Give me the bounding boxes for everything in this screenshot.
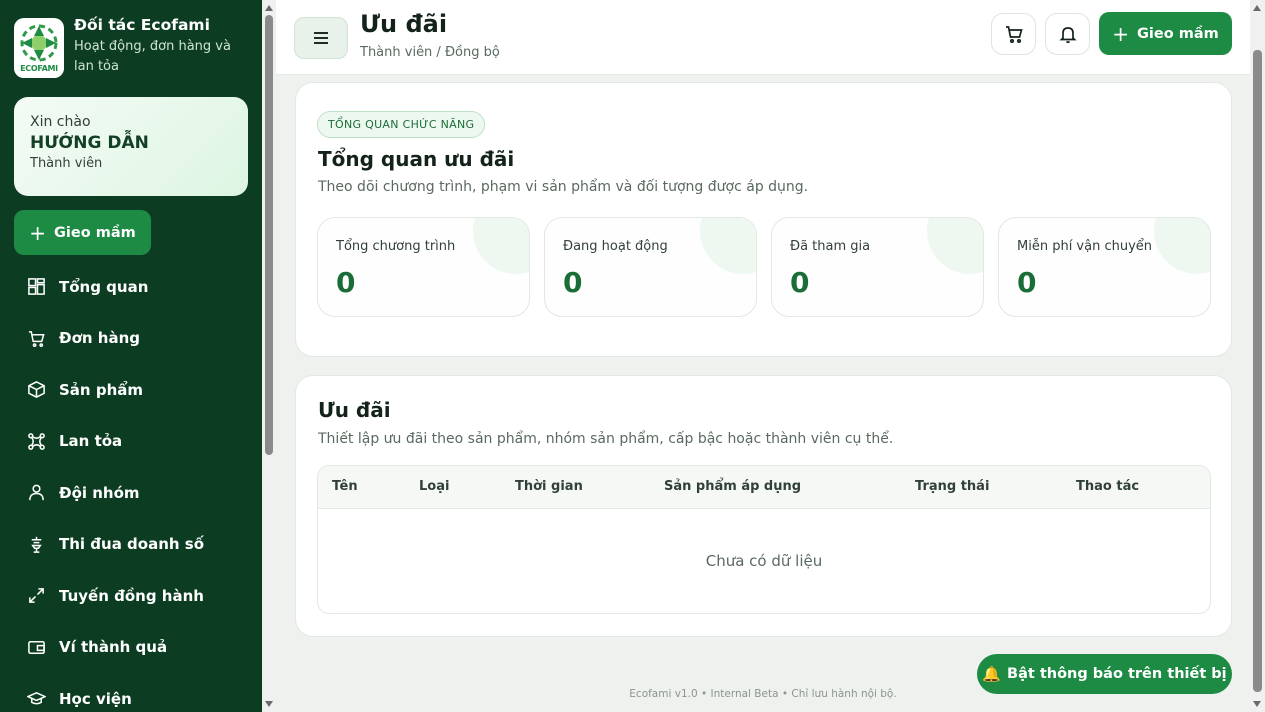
stat-card: Miễn phí vận chuyển 0 <box>998 217 1211 317</box>
trophy-icon <box>31 536 42 553</box>
sidebar-item-doi-nhom[interactable]: Đội nhóm <box>0 467 262 519</box>
scroll-down-arrow-icon[interactable] <box>265 701 273 707</box>
sidebar-item-label: Lan tỏa <box>59 432 123 451</box>
ecofami-logo[interactable]: ECOFAMI <box>14 18 64 78</box>
offers-card: Ưu đãi Thiết lập ưu đãi theo sản phẩm, n… <box>295 375 1232 637</box>
overview-card: TỔNG QUAN CHỨC NĂNG Tổng quan ưu đãi The… <box>295 82 1232 357</box>
offers-table: Tên Loại Thời gian Sản phẩm áp dụng Trạn… <box>317 465 1211 614</box>
stat-value: 0 <box>563 266 583 299</box>
section-badge: TỔNG QUAN CHỨC NĂNG <box>317 111 486 138</box>
sidebar-item-label: Thi đua doanh số <box>59 535 205 554</box>
greeting-name: HƯỚNG DẪN <box>30 133 149 153</box>
plus-icon: + <box>29 220 47 245</box>
sidebar-item-label: Ví thành quả <box>59 638 168 657</box>
scroll-down-arrow-icon[interactable] <box>1253 701 1261 707</box>
sidebar: ECOFAMI Đối tác Ecofami Hoạt động, đơn h… <box>0 0 262 712</box>
hamburger-icon <box>314 32 328 44</box>
sidebar-item-label: Học viện <box>59 689 132 708</box>
sidebar-item-label: Đội nhóm <box>59 483 140 502</box>
empty-state: Chưa có dữ liệu <box>705 552 823 570</box>
sidebar-item-hoc-vien[interactable]: Học viện <box>0 673 262 712</box>
stats-row: Tổng chương trình 0 Đang hoạt động 0 Đã … <box>317 217 1211 317</box>
column-header[interactable]: Tên <box>332 479 358 494</box>
column-header[interactable]: Thao tác <box>1076 479 1139 494</box>
column-header[interactable]: Trạng thái <box>915 479 989 494</box>
sidebar-scroll-thumb[interactable] <box>265 15 273 455</box>
route-icon <box>29 588 44 604</box>
sidebar-scrollbar[interactable] <box>262 0 276 712</box>
sidebar-item-label: Đơn hàng <box>59 329 140 348</box>
stat-label: Tổng chương trình <box>336 239 456 254</box>
column-header[interactable]: Loại <box>419 479 449 494</box>
column-header[interactable]: Thời gian <box>515 479 583 494</box>
header-gieo-mam-button[interactable]: + Gieo mầm <box>1099 12 1232 55</box>
sidebar-item-vi-thanh-qua[interactable]: Ví thành quả <box>0 622 262 674</box>
cart-icon <box>1005 26 1023 44</box>
stat-card: Đã tham gia 0 <box>771 217 984 317</box>
stat-card: Tổng chương trình 0 <box>317 217 530 317</box>
main-scrollbar[interactable] <box>1250 0 1265 712</box>
stat-label: Đã tham gia <box>790 239 871 254</box>
brand: ECOFAMI Đối tác Ecofami Hoạt động, đơn h… <box>0 0 262 78</box>
header-cta-label: Gieo mầm <box>1137 25 1219 42</box>
box-icon <box>28 381 45 399</box>
notify-label: Bật thông báo trên thiết bị <box>1007 666 1227 682</box>
sidebar-item-lan-toa[interactable]: Lan tỏa <box>0 416 262 468</box>
page-title: Ưu đãi <box>360 10 448 38</box>
column-header[interactable]: Sản phẩm áp dụng <box>664 479 801 494</box>
bell-icon: 🔔 <box>982 665 1002 683</box>
greeting-card: Xin chào HƯỚNG DẪN Thành viên <box>14 97 248 196</box>
sidebar-item-label: Tổng quan <box>59 277 149 296</box>
scroll-up-arrow-icon[interactable] <box>1253 5 1261 11</box>
menu-toggle-button[interactable] <box>294 17 348 59</box>
overview-description: Theo dõi chương trình, phạm vi sản phẩm … <box>318 179 809 195</box>
sidebar-nav: Tổng quan Đơn hàng Sản phẩm Lan tỏa Đội … <box>0 261 262 712</box>
brand-name: Đối tác Ecofami <box>74 16 210 34</box>
breadcrumb: Thành viên / Đồng bộ <box>360 45 500 60</box>
stat-label: Miễn phí vận chuyển <box>1017 239 1153 254</box>
cart-icon <box>28 330 45 347</box>
sidebar-item-don-hang[interactable]: Đơn hàng <box>0 313 262 365</box>
sidebar-item-tong-quan[interactable]: Tổng quan <box>0 261 262 313</box>
sidebar-item-tuyen-dong-hanh[interactable]: Tuyến đồng hành <box>0 570 262 622</box>
top-header: Ưu đãi Thành viên / Đồng bộ + Gieo mầm <box>276 0 1250 75</box>
stat-value: 0 <box>336 266 356 299</box>
wallet-icon <box>28 640 45 654</box>
stat-card: Đang hoạt động 0 <box>544 217 757 317</box>
user-icon <box>29 484 44 501</box>
sidebar-cta-label: Gieo mầm <box>54 224 136 241</box>
sidebar-gieo-mam-button[interactable]: + Gieo mầm <box>14 210 151 255</box>
brand-subtitle: Hoạt động, đơn hàng và lan tỏa <box>74 39 231 74</box>
greeting-role: Thành viên <box>30 156 103 171</box>
main-scroll-thumb[interactable] <box>1253 50 1262 692</box>
dashboard-icon <box>28 278 45 296</box>
offers-description: Thiết lập ưu đãi theo sản phẩm, nhóm sản… <box>318 431 894 447</box>
scroll-up-arrow-icon[interactable] <box>265 5 273 11</box>
bell-icon <box>1058 27 1077 44</box>
notification-button[interactable] <box>1045 13 1090 55</box>
plus-icon: + <box>1112 21 1130 46</box>
sidebar-item-san-pham[interactable]: Sản phẩm <box>0 364 262 416</box>
stat-label: Đang hoạt động <box>563 239 668 254</box>
share-icon <box>28 432 45 450</box>
stat-value: 0 <box>1017 266 1037 299</box>
sidebar-item-thi-dua[interactable]: Thi đua doanh số <box>0 519 262 571</box>
cart-button[interactable] <box>991 13 1036 55</box>
logo-text: ECOFAMI <box>20 64 58 73</box>
stat-value: 0 <box>790 266 810 299</box>
table-header: Tên Loại Thời gian Sản phẩm áp dụng Trạn… <box>318 466 1210 509</box>
sidebar-item-label: Sản phẩm <box>59 380 143 399</box>
enable-notifications-button[interactable]: 🔔 Bật thông báo trên thiết bị <box>977 654 1232 694</box>
sidebar-item-label: Tuyến đồng hành <box>59 586 204 605</box>
overview-title: Tổng quan ưu đãi <box>318 147 515 171</box>
offers-title: Ưu đãi <box>318 398 391 422</box>
greeting-hello: Xin chào <box>30 114 91 130</box>
graduation-icon <box>27 692 46 705</box>
